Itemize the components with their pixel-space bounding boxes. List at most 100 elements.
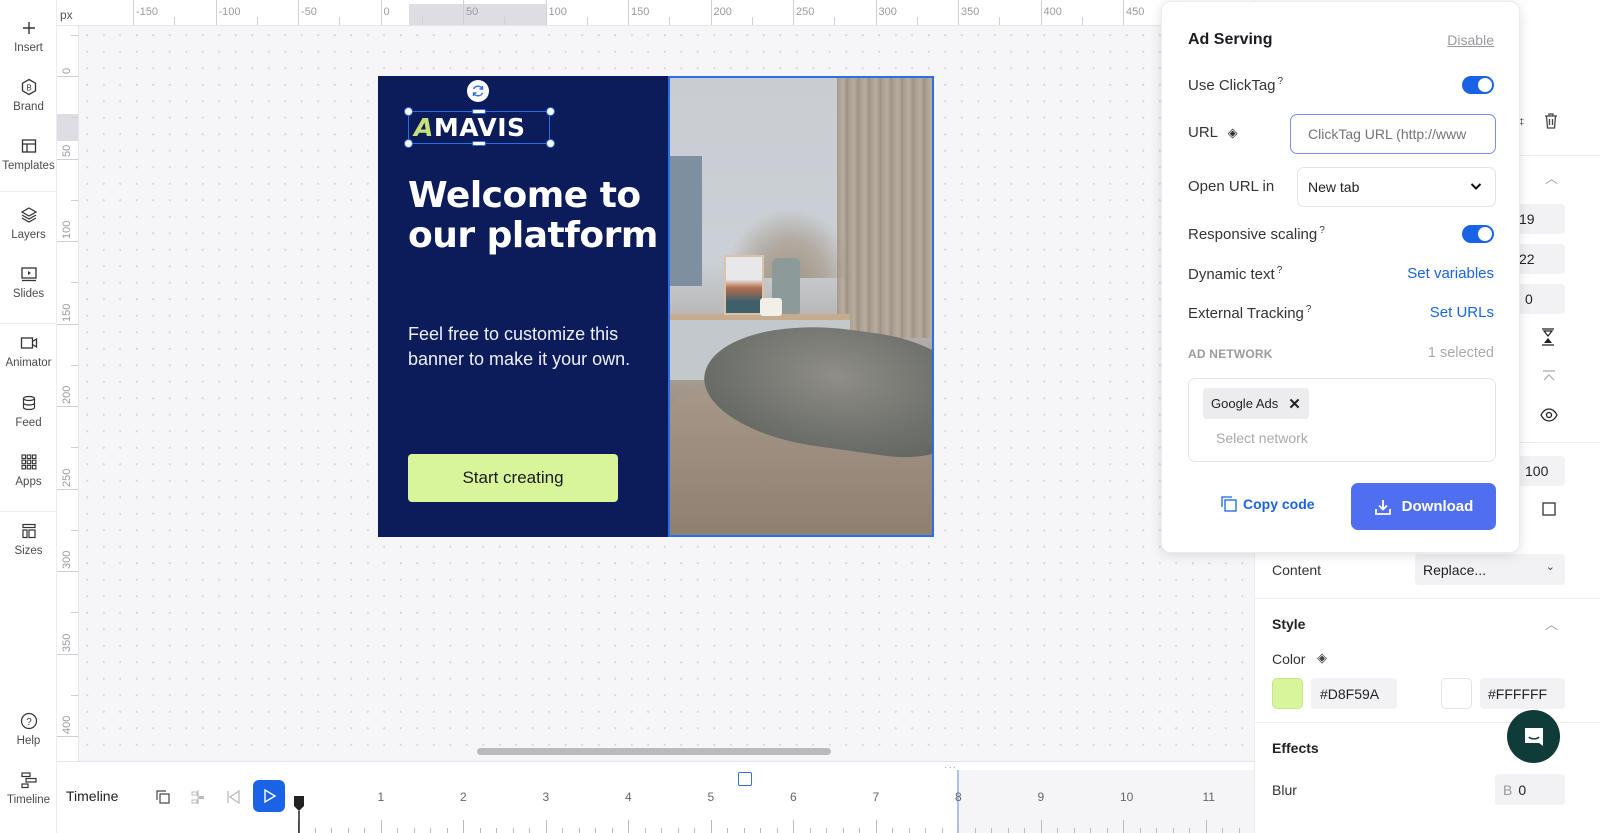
timeline-second-label: 8 xyxy=(955,790,962,804)
chevron-up-icon[interactable]: ︿ xyxy=(1545,614,1558,633)
video-camera-icon xyxy=(19,333,39,353)
resize-handle-br[interactable] xyxy=(546,139,555,148)
timeline-second-label: 10 xyxy=(1120,790,1134,804)
chevron-up-icon[interactable]: ︿ xyxy=(1545,168,1558,187)
ruler-label: 0 xyxy=(61,67,73,74)
sidebar-item-animator[interactable]: Animator xyxy=(0,333,57,369)
sidebar-item-help[interactable]: ? Help xyxy=(0,711,57,747)
variable-diamond-icon[interactable]: ◈ xyxy=(1228,125,1238,140)
canvas-horizontal-scrollbar[interactable] xyxy=(477,748,831,755)
clicktag-url-input[interactable] xyxy=(1290,114,1496,154)
resize-handle-bl[interactable] xyxy=(404,139,413,148)
sidebar-divider xyxy=(0,511,57,512)
color-hex-field-2[interactable]: #FFFFFF xyxy=(1480,678,1565,709)
sidebar-item-layers[interactable]: Layers xyxy=(0,205,57,241)
sidebar-divider xyxy=(0,191,57,192)
help-tooltip-icon[interactable]: ? xyxy=(1319,225,1325,236)
remove-chip-icon[interactable]: ✕ xyxy=(1288,395,1301,413)
ruler-tick xyxy=(57,736,78,737)
playhead[interactable] xyxy=(293,794,305,833)
image-layer-icon[interactable] xyxy=(738,772,752,786)
chevron-down-icon xyxy=(1470,183,1482,190)
responsive-scaling-toggle[interactable] xyxy=(1462,225,1494,243)
ruler-label: 350 xyxy=(61,633,73,652)
help-tooltip-icon[interactable]: ? xyxy=(1278,76,1284,87)
chat-support-button[interactable] xyxy=(1507,710,1560,763)
sidebar-label: Slides xyxy=(12,288,45,300)
trash-icon[interactable] xyxy=(1543,112,1559,135)
ruler-tick xyxy=(875,0,877,25)
timeline-tick-minor xyxy=(1057,828,1058,833)
sidebar-label: Animator xyxy=(5,357,52,369)
dynamic-text-label: Dynamic text? xyxy=(1188,265,1282,283)
resize-handle-top[interactable] xyxy=(472,109,486,114)
duplicate-button[interactable] xyxy=(148,782,178,812)
skip-to-start-button[interactable] xyxy=(218,782,248,812)
help-tooltip-icon[interactable]: ? xyxy=(1306,304,1312,315)
color-hex-field-1[interactable]: #D8F59A xyxy=(1311,678,1397,709)
banner-photo[interactable] xyxy=(668,76,934,537)
layers-icon xyxy=(19,205,39,225)
ruler-tick xyxy=(710,0,712,25)
align-icon xyxy=(191,790,204,804)
copy-code-button[interactable]: Copy code xyxy=(1220,495,1315,513)
label-text: URL xyxy=(1188,124,1218,141)
content-replace-dropdown[interactable]: Replace... ⌄ xyxy=(1415,554,1565,585)
banner-subtext[interactable]: Feel free to customize this banner to ma… xyxy=(408,322,638,372)
ruler-vertical: 0 50 100 150 200 250 300 350 400 xyxy=(57,26,79,761)
resize-handle-tl[interactable] xyxy=(404,107,413,116)
timeline-tick-minor xyxy=(644,828,646,833)
network-placeholder[interactable]: Select network xyxy=(1216,430,1308,446)
ad-network-select[interactable]: Google Ads ✕ Select network xyxy=(1188,378,1496,462)
timeline-tick xyxy=(1040,820,1042,833)
set-urls-link[interactable]: Set URLs xyxy=(1430,304,1494,321)
timeline-track[interactable]: ··· 1 2 3 4 5 6 7 8 9 10 11 xyxy=(298,762,1273,833)
color-swatch-2[interactable] xyxy=(1441,678,1472,709)
sidebar-item-timeline[interactable]: Timeline xyxy=(0,770,57,806)
sidebar-item-feed[interactable]: Feed xyxy=(0,393,57,429)
eye-icon[interactable] xyxy=(1540,408,1558,427)
rotate-handle[interactable] xyxy=(467,80,489,102)
timeline-tick-minor xyxy=(529,828,530,833)
disable-link[interactable]: Disable xyxy=(1447,32,1494,48)
use-clicktag-toggle[interactable] xyxy=(1462,76,1494,94)
timeline-tick-minor xyxy=(677,828,679,833)
banner-logo[interactable]: AMAVIS xyxy=(414,113,526,142)
variable-diamond-icon[interactable]: ◈ xyxy=(1317,650,1327,666)
resize-handle-tr[interactable] xyxy=(546,107,555,116)
ruler-tick-minor xyxy=(421,17,423,25)
timeline-tick-minor xyxy=(661,828,662,833)
color-swatch-1[interactable] xyxy=(1272,678,1303,709)
timeline-resize-grip[interactable]: ··· xyxy=(944,762,957,773)
help-tooltip-icon[interactable]: ? xyxy=(1277,265,1283,276)
timeline-tick-minor xyxy=(397,828,398,833)
timeline-second-label: 9 xyxy=(1037,790,1045,804)
timeline-tick-minor xyxy=(1106,828,1108,833)
download-button[interactable]: Download xyxy=(1351,483,1496,530)
set-variables-link[interactable]: Set variables xyxy=(1407,265,1494,282)
timeline-tick-minor xyxy=(760,828,761,833)
blur-field[interactable]: B 0 xyxy=(1495,774,1565,805)
collapse-top-icon[interactable] xyxy=(1542,370,1556,389)
play-button[interactable] xyxy=(253,780,285,812)
sidebar-item-brand[interactable]: B Brand xyxy=(0,77,57,113)
sidebar-item-apps[interactable]: Apps xyxy=(0,452,57,488)
sidebar-item-templates[interactable]: Templates xyxy=(0,136,57,172)
ruler-tick-minor xyxy=(1081,17,1083,25)
banner-cta-button[interactable]: Start creating xyxy=(408,454,618,502)
flip-vertical-icon[interactable] xyxy=(1541,328,1555,351)
timeline-second-label: 6 xyxy=(790,790,797,804)
sidebar-item-slides[interactable]: Slides xyxy=(0,264,57,300)
open-url-select[interactable]: New tab xyxy=(1297,167,1496,207)
resize-handle-bottom[interactable] xyxy=(472,141,486,146)
checkbox[interactable] xyxy=(1542,502,1556,521)
align-button[interactable] xyxy=(183,782,213,812)
sidebar-item-sizes[interactable]: Sizes xyxy=(0,521,57,557)
ruler-tick-minor xyxy=(71,694,78,696)
banner-headline[interactable]: Welcome to our platform xyxy=(408,176,658,256)
sidebar-item-insert[interactable]: Insert xyxy=(0,18,57,54)
ruler-tick-minor xyxy=(999,17,1001,25)
ruler-tick-minor xyxy=(71,364,78,366)
ruler-label: 100 xyxy=(548,6,567,18)
timeline-tick-minor xyxy=(859,828,860,833)
